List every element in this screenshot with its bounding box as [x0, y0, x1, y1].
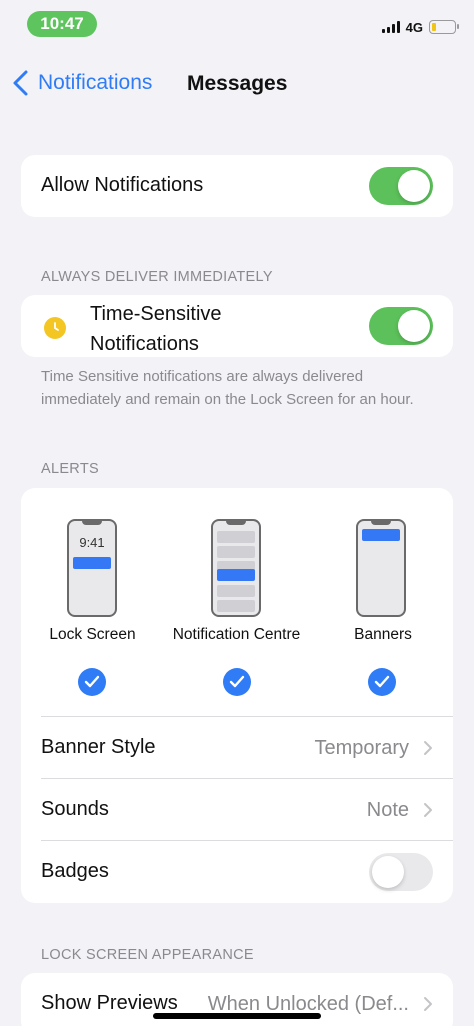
back-button[interactable]: Notifications [10, 68, 152, 98]
allow-notifications-card: Allow Notifications [21, 155, 453, 217]
lock-screen-preview[interactable]: 9:41 [67, 519, 117, 617]
lock-screen-checkbox[interactable] [78, 668, 106, 696]
sounds-row[interactable]: Sounds Note [21, 779, 453, 841]
lock-screen-time: 9:41 [79, 535, 105, 550]
chevron-right-icon [424, 803, 432, 817]
checkmark-icon [229, 675, 245, 688]
badges-row: Badges [21, 841, 453, 903]
time-sensitive-label-line2: Notifications [90, 333, 199, 355]
status-time[interactable]: 10:47 [27, 11, 97, 37]
navigation-bar: Notifications Messages [0, 60, 474, 106]
badges-label: Badges [41, 860, 109, 882]
battery-icon [429, 20, 459, 34]
status-indicators: 4G [381, 17, 459, 37]
time-sensitive-card: Time-Sensitive Notifications [21, 295, 453, 357]
alerts-card: 9:41 Lock Screen Notification Centre Ban… [21, 488, 453, 903]
time-sensitive-label: Time-Sensitive Notifications [90, 299, 222, 359]
lock-screen-label: Lock Screen [49, 626, 136, 643]
banner-style-label: Banner Style [41, 736, 156, 758]
status-bar: 10:47 4G [0, 0, 474, 48]
back-button-label: Notifications [38, 71, 153, 94]
chevron-left-icon [13, 70, 28, 96]
banners-label: Banners [354, 626, 412, 643]
checkmark-icon [374, 675, 390, 688]
badges-toggle[interactable] [369, 853, 433, 891]
banner-style-row[interactable]: Banner Style Temporary [21, 717, 453, 779]
lock-screen-appearance-header: LOCK SCREEN APPEARANCE [41, 947, 254, 963]
time-sensitive-label-line1: Time-Sensitive [90, 303, 222, 325]
time-sensitive-toggle[interactable] [369, 307, 433, 345]
settings-screen: 10:47 4G Notifications Messages Allow No… [0, 0, 474, 1026]
banner-style-value: Temporary [314, 737, 409, 759]
alerts-header: ALERTS [41, 461, 99, 477]
time-sensitive-footnote: Time Sensitive notifications are always … [41, 368, 414, 408]
notification-banner-preview [217, 569, 255, 581]
chevron-right-icon [424, 741, 432, 755]
checkmark-icon [84, 675, 100, 688]
always-deliver-header: ALWAYS DELIVER IMMEDIATELY [41, 269, 273, 285]
notification-centre-checkbox[interactable] [223, 668, 251, 696]
cellular-signal-icon [381, 21, 400, 33]
page-title: Messages [187, 72, 288, 95]
allow-notifications-label: Allow Notifications [41, 174, 204, 196]
banners-preview[interactable] [356, 519, 406, 617]
notification-banner-preview [362, 529, 400, 541]
toggle-knob [398, 310, 430, 342]
network-type: 4G [405, 19, 423, 35]
notification-centre-label: Notification Centre [172, 626, 301, 643]
banners-checkbox[interactable] [368, 668, 396, 696]
toggle-knob [398, 170, 430, 202]
home-indicator[interactable] [153, 1013, 321, 1019]
notification-centre-preview[interactable] [211, 519, 261, 617]
toggle-knob [372, 856, 404, 888]
show-previews-label: Show Previews [41, 992, 178, 1014]
notification-banner-preview [73, 557, 111, 569]
clock-icon [44, 317, 66, 339]
chevron-right-icon [424, 997, 432, 1011]
sounds-label: Sounds [41, 798, 109, 820]
allow-notifications-toggle[interactable] [369, 167, 433, 205]
sounds-value: Note [366, 799, 409, 821]
